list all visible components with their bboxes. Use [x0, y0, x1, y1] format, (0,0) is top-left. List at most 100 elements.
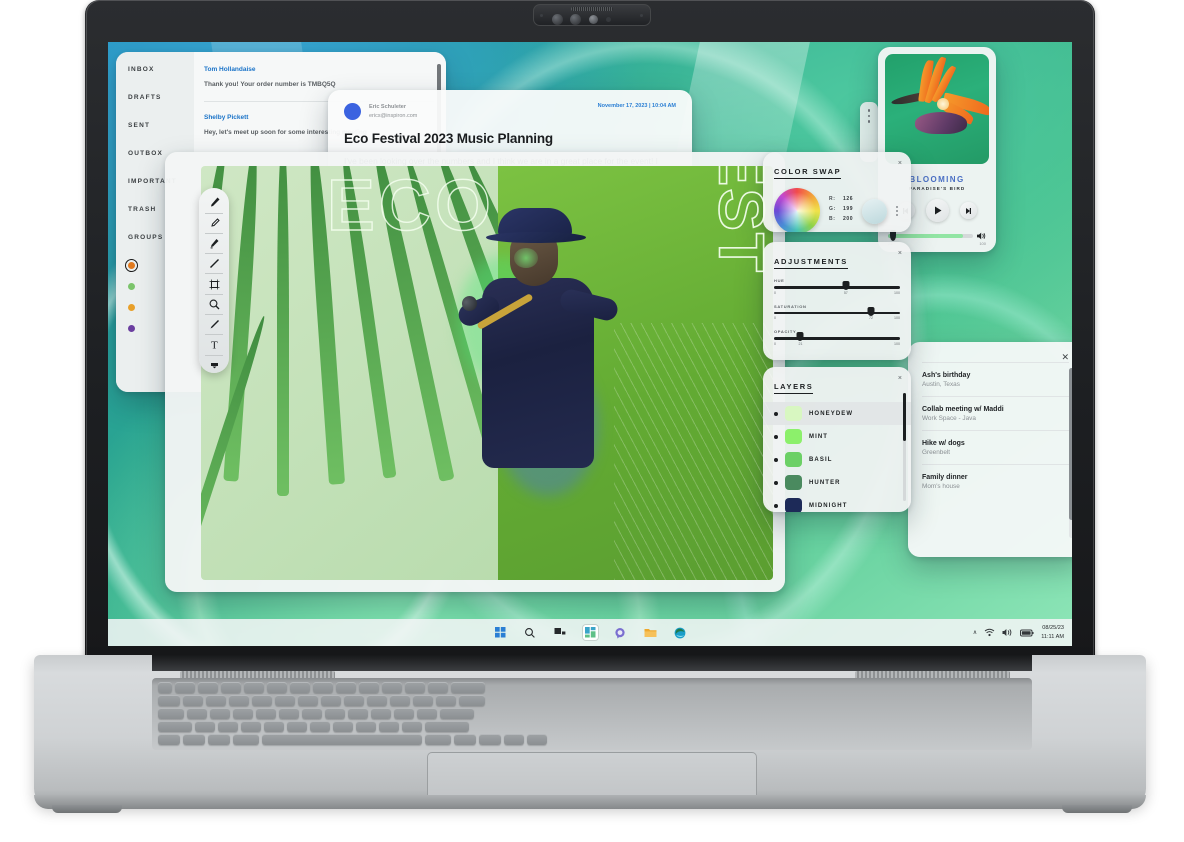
sidebar-item-inbox[interactable]: INBOX: [128, 66, 194, 73]
layers-panel[interactable]: LAYERS × HONEYDEW MINT BASIL: [763, 367, 911, 512]
close-icon[interactable]: ×: [898, 375, 902, 382]
widgets-icon[interactable]: [583, 625, 598, 640]
slider-track[interactable]: [774, 312, 900, 315]
scrollbar-thumb[interactable]: [903, 393, 906, 441]
fill-tool[interactable]: [203, 317, 225, 333]
list-item[interactable]: Tom Hollandaise Thank you! Your order nu…: [204, 66, 434, 90]
keyboard-key[interactable]: [479, 734, 501, 745]
list-item[interactable]: Hike w/ dogs Greenbelt: [922, 430, 1069, 464]
keyboard-key[interactable]: [275, 695, 295, 706]
keyboard-key[interactable]: [218, 721, 238, 732]
layer-row-hunter[interactable]: HUNTER: [774, 471, 900, 494]
calendar-events-window[interactable]: ✕ Ash's birthday Austin, Texas Collab me…: [908, 342, 1072, 557]
keyboard-key[interactable]: [195, 721, 215, 732]
keyboard-key[interactable]: [298, 695, 318, 706]
color-wheel[interactable]: [774, 188, 820, 232]
keyboard-key[interactable]: [221, 682, 241, 693]
keyboard-key[interactable]: [425, 734, 451, 745]
wifi-icon[interactable]: [984, 628, 995, 637]
keyboard-key[interactable]: [262, 734, 422, 745]
keyboard-key[interactable]: [413, 695, 433, 706]
keyboard-key[interactable]: [428, 682, 448, 693]
keyboard-key[interactable]: [440, 708, 474, 719]
keyboard-key[interactable]: [527, 734, 547, 745]
sidebar-item-sent[interactable]: SENT: [128, 122, 194, 129]
task-view-icon[interactable]: [553, 625, 568, 640]
close-icon[interactable]: ×: [898, 250, 902, 257]
more-options-icon[interactable]: [868, 120, 871, 123]
more-tools-icon[interactable]: [203, 358, 225, 374]
keyboard-key[interactable]: [241, 721, 261, 732]
keyboard-key[interactable]: [379, 721, 399, 732]
visibility-icon[interactable]: [774, 412, 778, 416]
layer-row-midnight[interactable]: MIDNIGHT: [774, 494, 900, 512]
keyboard-key[interactable]: [256, 708, 276, 719]
close-icon[interactable]: ×: [898, 160, 902, 167]
system-tray[interactable]: ∧ 08/25/23 11:11 AM: [973, 624, 1064, 640]
keyboard-key[interactable]: [313, 682, 333, 693]
more-options-icon[interactable]: [868, 115, 871, 118]
slider-handle[interactable]: [868, 307, 875, 316]
slider-handle[interactable]: [842, 281, 849, 290]
clock[interactable]: 08/25/23 11:11 AM: [1041, 624, 1064, 640]
slider-opacity[interactable]: OPACITY 0 21 100: [774, 329, 900, 346]
keyboard-key[interactable]: [267, 682, 287, 693]
brush-tool[interactable]: [203, 195, 225, 211]
chat-icon[interactable]: [613, 625, 628, 640]
volume-slider[interactable]: [885, 232, 989, 240]
visibility-icon[interactable]: [774, 435, 778, 439]
keyboard-key[interactable]: [451, 682, 485, 693]
search-icon[interactable]: [523, 625, 538, 640]
adjustments-panel[interactable]: ADJUSTMENTS × HUE 0 57 100 SATURATION: [763, 242, 911, 360]
scrollbar-thumb[interactable]: [1069, 368, 1072, 520]
keyboard-key[interactable]: [187, 708, 207, 719]
volume-icon[interactable]: [977, 232, 986, 240]
line-tool[interactable]: [203, 256, 225, 272]
keyboard-key[interactable]: [252, 695, 272, 706]
edge-icon[interactable]: [673, 625, 688, 640]
keyboard-key[interactable]: [425, 721, 469, 732]
keyboard-key[interactable]: [183, 695, 203, 706]
keyboard-key[interactable]: [244, 682, 264, 693]
keyboard-key[interactable]: [356, 721, 376, 732]
crop-tool[interactable]: [203, 276, 225, 292]
next-button[interactable]: [960, 202, 977, 219]
keyboard-key[interactable]: [287, 721, 307, 732]
keyboard-key[interactable]: [158, 682, 172, 693]
pencil-tool[interactable]: [203, 236, 225, 252]
keyboard-key[interactable]: [208, 734, 230, 745]
visibility-icon[interactable]: [774, 458, 778, 462]
layer-row-honeydew[interactable]: HONEYDEW: [763, 402, 911, 425]
keyboard-key[interactable]: [198, 682, 218, 693]
chevron-up-icon[interactable]: ∧: [973, 629, 977, 636]
keyboard-key[interactable]: [158, 721, 192, 732]
tool-palette[interactable]: T: [199, 188, 229, 373]
tag-green[interactable]: [128, 283, 135, 290]
layer-row-basil[interactable]: BASIL: [774, 448, 900, 471]
keyboard-key[interactable]: [310, 721, 330, 732]
keyboard-key[interactable]: [367, 695, 387, 706]
keyboard-key[interactable]: [158, 734, 180, 745]
keyboard-key[interactable]: [175, 682, 195, 693]
slider-handle[interactable]: [797, 332, 804, 341]
list-item[interactable]: Collab meeting w/ Maddi Work Space - Jav…: [922, 396, 1069, 430]
tag-purple[interactable]: [128, 325, 135, 332]
keyboard-key[interactable]: [382, 682, 402, 693]
more-options-icon[interactable]: [868, 109, 871, 112]
keyboard-key[interactable]: [359, 682, 379, 693]
keyboard-key[interactable]: [390, 695, 410, 706]
keyboard-key[interactable]: [233, 734, 259, 745]
keyboard-key[interactable]: [333, 721, 353, 732]
keyboard-key[interactable]: [348, 708, 368, 719]
keyboard-key[interactable]: [233, 708, 253, 719]
sidebar-item-drafts[interactable]: DRAFTS: [128, 94, 194, 101]
keyboard-key[interactable]: [279, 708, 299, 719]
keyboard-key[interactable]: [264, 721, 284, 732]
keyboard-key[interactable]: [210, 708, 230, 719]
color-preview-swatch[interactable]: [862, 199, 887, 224]
keyboard-key[interactable]: [454, 734, 476, 745]
keyboard-key[interactable]: [206, 695, 226, 706]
slider-track[interactable]: [774, 337, 900, 340]
windows-taskbar[interactable]: ∧ 08/25/23 11:11 AM: [108, 619, 1072, 646]
zoom-tool[interactable]: [203, 297, 225, 313]
